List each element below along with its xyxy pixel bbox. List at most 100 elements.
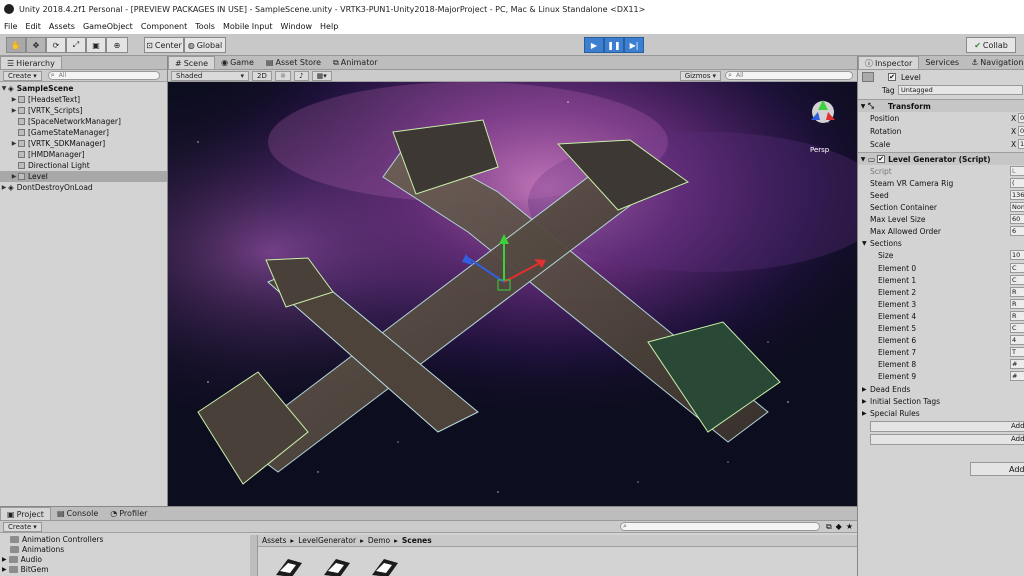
scene-asset-thumbnail[interactable] [270,553,306,576]
element-field[interactable]: R [1010,299,1024,309]
scale-x-field[interactable]: 1 [1018,139,1024,149]
add-condition-button[interactable]: Add C [870,434,1024,445]
effects-toggle[interactable]: ▦ ▾ [311,70,332,81]
scene-row[interactable]: ▼ ◈ SampleScene [0,83,167,94]
field-value[interactable]: Non [1010,202,1024,212]
field-value[interactable]: 60 [1010,214,1024,224]
breadcrumb-item[interactable]: LevelGenerator [298,536,356,545]
breadcrumb-item[interactable]: Assets [262,536,286,545]
field-value[interactable]: ( [1010,178,1024,188]
breadcrumb-item[interactable]: Demo [368,536,390,545]
menu-edit[interactable]: Edit [25,22,41,31]
hierarchy-item[interactable]: [GameStateManager] [0,127,167,138]
tab-services[interactable]: Services [919,56,965,69]
menu-mobile-input[interactable]: Mobile Input [223,22,273,31]
menu-file[interactable]: File [4,22,17,31]
tab-navigation[interactable]: ⚓ Navigation [965,56,1024,69]
persp-label[interactable]: Persp [810,146,830,154]
tab-hierarchy[interactable]: ☰ Hierarchy [0,56,62,69]
pivot-global-button[interactable]: ◍ Global [184,37,226,53]
tab-asset-store[interactable]: ▤ Asset Store [260,56,327,69]
rotation-x-field[interactable]: 0 [1018,126,1024,136]
folder-item[interactable]: ▶ Audio [2,554,42,564]
shading-mode-select[interactable]: Shaded ▾ [171,70,249,81]
add-component-button[interactable]: Add [970,462,1024,476]
menu-tools[interactable]: Tools [195,22,215,31]
element-field[interactable]: C [1010,275,1024,285]
breadcrumb-item-current[interactable]: Scenes [402,536,432,545]
hierarchy-create-button[interactable]: Create ▾ [3,70,42,81]
special-rules-foldout[interactable]: ▶ Special Rules [858,407,1024,419]
lighting-toggle[interactable]: ☼ [274,70,292,81]
scene-search-input[interactable]: All [725,71,853,80]
component-enabled-checkbox[interactable]: ✔ [877,155,886,163]
move-tool-button[interactable]: ✥ [26,37,46,53]
tab-animator[interactable]: ⧉ Animator [327,56,384,69]
hierarchy-item[interactable]: ▶ [HeadsetText] [0,94,167,105]
tab-project[interactable]: ▣ Project [0,507,51,520]
project-create-button[interactable]: Create ▾ [3,521,42,532]
tab-scene[interactable]: # Scene [168,56,216,69]
toggle-2d-button[interactable]: 2D [252,70,272,81]
audio-toggle[interactable]: ♪ [294,70,309,81]
dead-ends-foldout[interactable]: ▶ Dead Ends [858,383,1024,395]
hierarchy-item[interactable]: ▶ [VRTK_Scripts] [0,105,167,116]
folder-item[interactable]: Animations [10,544,64,554]
sections-foldout[interactable]: ▼ Sections [858,237,1024,249]
element-field[interactable]: # [1010,359,1024,369]
size-field[interactable]: 10 [1010,250,1024,260]
dont-destroy-row[interactable]: ▶ ◈ DontDestroyOnLoad [0,182,167,193]
collab-button[interactable]: ✔ Collab [966,37,1016,53]
tab-profiler[interactable]: ◔ Profiler [104,507,153,520]
menu-window[interactable]: Window [280,22,312,31]
element-field[interactable]: # [1010,371,1024,381]
initial-section-tags-foldout[interactable]: ▶ Initial Section Tags [858,395,1024,407]
menu-assets[interactable]: Assets [49,22,75,31]
menu-gameobject[interactable]: GameObject [83,22,133,31]
project-search-input[interactable] [619,522,820,531]
panel-splitter[interactable] [250,535,258,576]
element-field[interactable]: R [1010,287,1024,297]
star-icon[interactable]: ★ [846,522,853,531]
menu-component[interactable]: Component [141,22,187,31]
scene-viewport[interactable]: Persp [168,82,857,506]
pivot-center-button[interactable]: ⊡ Center [144,37,184,53]
tab-inspector[interactable]: ⓘ Inspector [858,56,920,69]
play-button[interactable]: ▶ [584,37,604,53]
hierarchy-search-input[interactable]: All [47,71,160,80]
rect-tool-button[interactable]: ▣ [86,37,106,53]
tab-game[interactable]: ◉ Game [215,56,260,69]
field-value[interactable]: 136 [1010,190,1024,200]
pause-button[interactable]: ❚❚ [604,37,624,53]
hierarchy-item[interactable]: ▶ [VRTK_SDKManager] [0,138,167,149]
scale-tool-button[interactable]: ⤢ [66,37,86,53]
gizmos-dropdown[interactable]: Gizmos ▾ [679,70,721,81]
transform-tool-button[interactable]: ⊕ [106,37,128,53]
object-name-field[interactable]: Level [901,73,921,82]
element-field[interactable]: C [1010,263,1024,273]
tab-console[interactable]: ▤ Console [51,507,104,520]
element-field[interactable]: T [1010,347,1024,357]
level-generator-header[interactable]: ▼ ▭ ✔ Level Generator (Script) [858,152,1024,165]
add-button[interactable]: Add [870,421,1024,432]
element-field[interactable]: 4 [1010,335,1024,345]
scene-asset-thumbnail[interactable] [318,553,354,576]
label-filter-icon[interactable]: ◆ [836,522,842,531]
menu-help[interactable]: Help [320,22,338,31]
step-button[interactable]: ▶| [624,37,644,53]
field-value[interactable]: 6 [1010,226,1024,236]
element-field[interactable]: C [1010,323,1024,333]
active-checkbox[interactable]: ✔ [888,73,896,81]
hierarchy-item[interactable]: Directional Light [0,160,167,171]
rotate-tool-button[interactable]: ⟳ [46,37,66,53]
tag-dropdown[interactable]: Untagged [898,85,1023,95]
folder-item[interactable]: Animation Controllers [10,534,103,544]
scene-asset-thumbnail[interactable] [366,553,402,576]
position-x-field[interactable]: 0 [1018,113,1024,123]
folder-item[interactable]: ▶ BitGem [2,564,49,574]
transform-header[interactable]: ▼ ⤡ Transform [858,99,1024,112]
element-field[interactable]: R [1010,311,1024,321]
hierarchy-item-selected[interactable]: ▶ Level [0,171,167,182]
hierarchy-item[interactable]: [SpaceNetworkManager] [0,116,167,127]
hierarchy-item[interactable]: [HMDManager] [0,149,167,160]
